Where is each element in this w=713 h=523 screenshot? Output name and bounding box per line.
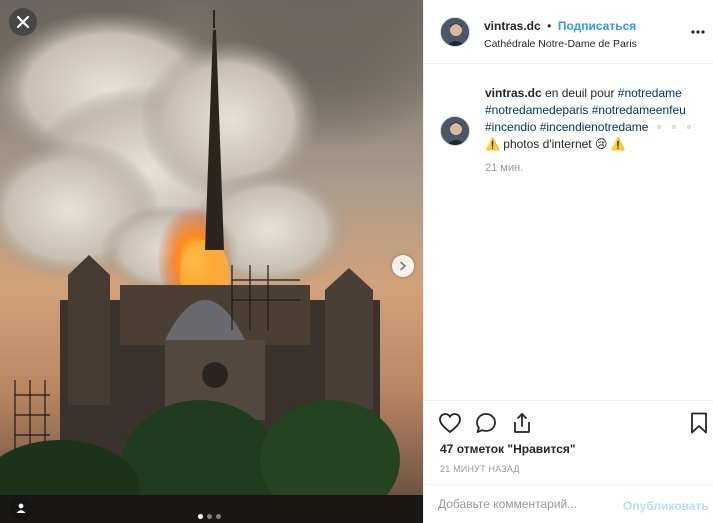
caption-avatar[interactable] [440,116,470,146]
close-button[interactable] [9,8,37,36]
comment-form: Опубликовать [424,484,713,523]
close-icon [16,15,30,29]
caption-time: 21 мин. [485,162,524,174]
tagged-users-button[interactable] [9,496,33,520]
post-actions: 47 отметок "Нравится" 21 МИНУТ НАЗАД [424,400,713,480]
bookmark-icon[interactable] [687,411,711,435]
carousel-indicator [198,514,221,519]
caption-section: vintras.dc en deuil pour #notredame #not… [424,65,713,400]
post-sidebar: vintras.dc • Подписаться Cathédrale Notr… [423,0,713,523]
post-header: vintras.dc • Подписаться Cathédrale Notr… [424,0,713,64]
location-link[interactable]: Cathédrale Notre-Dame de Paris [484,38,637,50]
more-options-icon [691,30,705,34]
post-media [0,0,423,523]
follow-button[interactable]: Подписаться [558,19,636,33]
likes-number: 47 [440,442,454,456]
heart-icon[interactable] [438,411,462,435]
post-caption: vintras.dc en deuil pour #notredame #not… [485,85,707,153]
carousel-dot [198,514,203,519]
hashtag-link[interactable]: #notredamedeparis [485,103,588,117]
post-timestamp: 21 МИНУТ НАЗАД [440,464,520,474]
chevron-right-icon [400,261,406,271]
caption-text: en deuil pour [545,86,615,100]
caption-username[interactable]: vintras.dc [485,86,542,100]
likes-count[interactable]: 47 отметок "Нравится" [440,442,576,456]
more-options-button[interactable] [688,22,708,42]
likes-label: отметок "Нравится" [456,442,576,456]
avatar[interactable] [440,17,470,47]
post-photo [0,0,423,523]
avatar-image [441,117,469,145]
hashtag-link[interactable]: #incendienotredame [540,120,649,134]
carousel-dot [207,514,212,519]
username-link[interactable]: vintras.dc [484,19,541,33]
separator-dot: • [547,19,552,33]
caption-emoji: ▫️▫️▫️ [651,120,697,134]
share-icon[interactable] [510,411,534,435]
user-tag-icon [16,503,26,513]
carousel-dot [216,514,221,519]
post-comment-button[interactable]: Опубликовать [623,499,709,513]
hashtag-link[interactable]: #incendio [485,120,536,134]
comment-input[interactable] [438,497,618,511]
comment-icon[interactable] [474,411,498,435]
next-slide-button[interactable] [392,255,414,277]
caption-note: ⚠️ photos d'internet 😢 ⚠️ [485,137,626,151]
hashtag-link[interactable]: #notredameenfeu [592,103,686,117]
avatar-image [441,18,469,46]
hashtag-link[interactable]: #notredame [618,86,682,100]
